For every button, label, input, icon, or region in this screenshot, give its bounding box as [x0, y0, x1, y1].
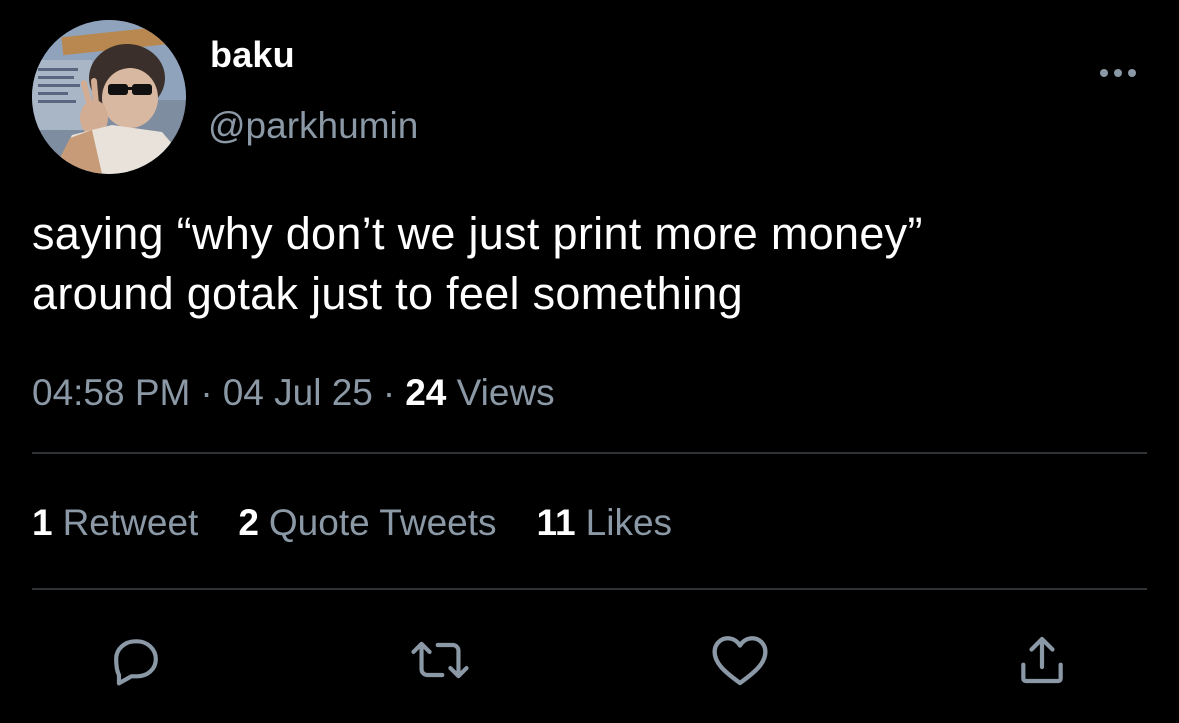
- tweet-date[interactable]: 04 Jul 25: [223, 372, 373, 413]
- retweet-button[interactable]: [410, 630, 470, 690]
- likes-label: Likes: [585, 502, 673, 543]
- quote-tweets-stat[interactable]: 2 Quote Tweets: [238, 502, 496, 544]
- avatar-photo-icon: [32, 20, 186, 174]
- retweet-icon: [411, 641, 469, 679]
- reply-button[interactable]: [106, 630, 166, 690]
- retweets-label: Retweet: [62, 502, 199, 543]
- likes-stat[interactable]: 11 Likes: [537, 502, 673, 544]
- tweet-card: baku @parkhumin saying “why don’t we jus…: [0, 0, 1179, 723]
- likes-count: 11: [536, 502, 576, 543]
- more-options-icon: [1100, 69, 1136, 77]
- meta-separator: ·: [200, 372, 213, 413]
- like-button[interactable]: [710, 630, 770, 690]
- divider: [32, 588, 1147, 590]
- tweet-time[interactable]: 04:58 PM: [32, 372, 190, 413]
- views-label: Views: [456, 372, 555, 413]
- quote-tweets-label: Quote Tweets: [268, 502, 497, 543]
- tweet-text: saying “why don’t we just print more mon…: [32, 204, 1172, 324]
- more-options-button[interactable]: [1094, 58, 1142, 88]
- display-name[interactable]: baku: [210, 34, 295, 76]
- divider: [32, 452, 1147, 454]
- heart-icon: [712, 636, 768, 686]
- retweets-stat[interactable]: 1 Retweet: [32, 502, 198, 544]
- tweet-text-line: around gotak just to feel something: [32, 268, 743, 319]
- retweets-count: 1: [32, 502, 53, 543]
- quote-tweets-count: 2: [238, 502, 259, 543]
- share-button[interactable]: [1012, 630, 1072, 690]
- meta-separator: ·: [382, 372, 396, 413]
- views-count: 24: [405, 372, 447, 413]
- user-avatar[interactable]: [32, 20, 186, 174]
- share-icon: [1021, 636, 1063, 684]
- user-handle[interactable]: @parkhumin: [208, 105, 418, 147]
- tweet-text-line: saying “why don’t we just print more mon…: [32, 208, 923, 259]
- engagement-stats: 1 Retweet 2 Quote Tweets 11 Likes: [32, 502, 672, 544]
- reply-icon: [114, 639, 158, 686]
- tweet-meta: 04:58 PM · 04 Jul 25 · 24 Views: [32, 372, 555, 414]
